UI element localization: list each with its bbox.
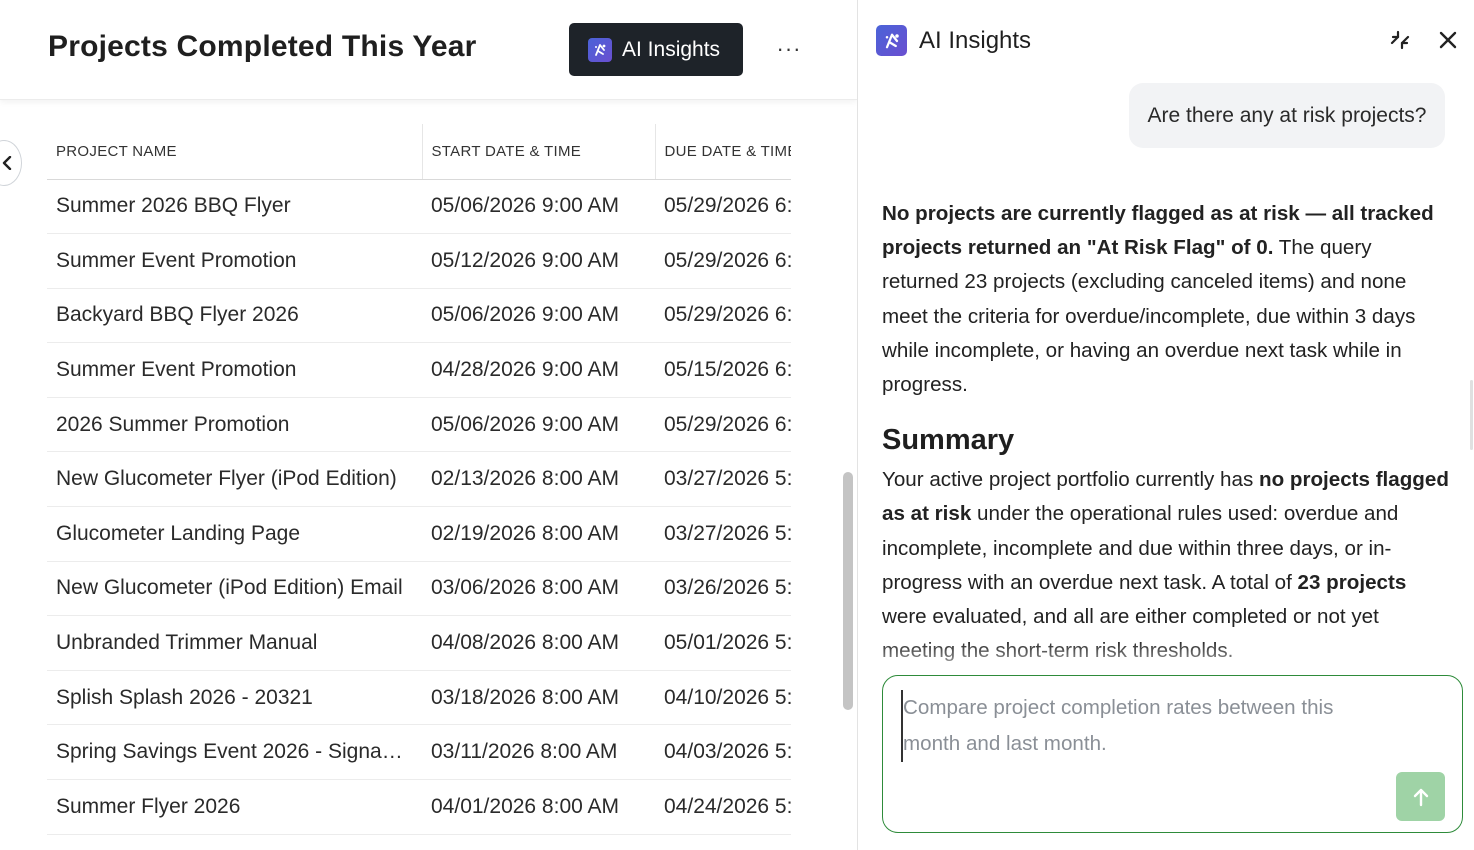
projects-panel: Projects Completed This Year AI Insights… xyxy=(0,0,857,850)
panel-header: AI Insights xyxy=(876,25,1031,56)
response-text: The query returned 23 projects (excludin… xyxy=(882,236,1416,397)
summary-text: Your active project portfolio currently … xyxy=(882,468,1259,492)
ai-logo-icon xyxy=(876,25,907,56)
project-name-cell: New Glucometer (iPod Edition) Email xyxy=(47,561,422,617)
due-date-cell: 05/29/2026 6: xyxy=(655,397,791,453)
project-name-cell: New Glucometer Flyer (iPod Edition) xyxy=(47,451,422,508)
due-date-cell: 03/27/2026 5: xyxy=(655,506,791,562)
start-date-cell: 03/18/2026 8:00 AM xyxy=(422,670,655,726)
chat-input-placeholder[interactable]: Compare project completion rates between… xyxy=(901,690,1371,762)
expand-panel-icon[interactable] xyxy=(1388,28,1412,52)
table-row[interactable]: Unbranded Trimmer Manual 04/08/2026 8:00 … xyxy=(47,615,791,671)
start-date-cell: 04/01/2026 8:00 AM xyxy=(422,779,655,835)
table-row[interactable]: New Glucometer Flyer (iPod Edition) 02/13… xyxy=(47,451,791,508)
due-date-cell: 03/27/2026 5: xyxy=(655,451,791,508)
table-header-row: PROJECT NAME START DATE & TIME DUE DATE … xyxy=(47,124,791,180)
start-date-cell: 03/11/2026 8:00 AM xyxy=(422,724,655,781)
summary-paragraph: Your active project portfolio currently … xyxy=(882,463,1452,668)
page-title: Projects Completed This Year xyxy=(48,30,477,63)
start-date-cell: 04/28/2026 9:00 AM xyxy=(422,342,655,398)
table-row[interactable]: Splish Splash 2026 - 20321 03/18/2026 8:0… xyxy=(47,670,791,726)
project-name-cell: Splish Splash 2026 - 20321 xyxy=(47,670,422,726)
due-date-cell: 03/26/2026 5: xyxy=(655,561,791,617)
column-header-project-name[interactable]: PROJECT NAME xyxy=(47,124,423,180)
project-name-cell: Glucometer Landing Page xyxy=(47,506,422,562)
ai-insights-button-label: AI Insights xyxy=(622,37,721,61)
due-date-cell: 05/01/2026 5: xyxy=(655,615,791,671)
project-name-cell: Unbranded Trimmer Manual xyxy=(47,615,422,671)
project-name-cell: Backyard BBQ Flyer 2026 xyxy=(47,288,422,344)
due-date-cell: 05/15/2026 6: xyxy=(655,342,791,398)
start-date-cell: 05/06/2026 9:00 AM xyxy=(422,179,655,235)
table-row[interactable]: New Glucometer (iPod Edition) Email 03/06… xyxy=(47,561,791,617)
summary-heading: Summary xyxy=(882,424,1015,457)
table-row[interactable]: Spring Savings Event 2026 - Signage... 03… xyxy=(47,724,791,781)
due-date-cell: 04/03/2026 5: xyxy=(655,724,791,781)
table-row[interactable]: Backyard BBQ Flyer 2026 05/06/2026 9:00 A… xyxy=(47,288,791,344)
start-date-cell: 02/13/2026 8:00 AM xyxy=(422,451,655,508)
column-header-start-date[interactable]: START DATE & TIME xyxy=(422,124,656,180)
summary-bold-text: 23 projects xyxy=(1297,570,1407,594)
start-date-cell: 02/19/2026 8:00 AM xyxy=(422,506,655,562)
table-row[interactable]: Summer 2026 BBQ Flyer 05/06/2026 9:00 AM 0… xyxy=(47,179,791,235)
user-message-bubble: Are there any at risk projects? xyxy=(1129,83,1445,148)
table-scrollbar-thumb[interactable] xyxy=(843,472,853,710)
ai-insights-button[interactable]: AI Insights xyxy=(569,23,743,76)
ai-insights-panel: AI Insights Are there any at risk projec… xyxy=(858,0,1474,850)
column-header-due-date[interactable]: DUE DATE & TIME xyxy=(655,124,791,180)
project-name-cell: 2026 Summer Promotion xyxy=(47,397,422,453)
table-row[interactable]: Summer Event Promotion 04/28/2026 9:00 AM… xyxy=(47,342,791,398)
assistant-response: No projects are currently flagged as at … xyxy=(882,197,1452,668)
due-date-cell: 04/10/2026 5: xyxy=(655,670,791,726)
start-date-cell: 05/12/2026 9:00 AM xyxy=(422,233,655,289)
projects-table: PROJECT NAME START DATE & TIME DUE DATE … xyxy=(47,124,791,850)
project-name-cell: Summer Event Promotion xyxy=(47,233,422,289)
collapse-chevron-button[interactable] xyxy=(0,140,22,186)
chevron-left-icon xyxy=(2,156,12,170)
chat-input[interactable]: Compare project completion rates between… xyxy=(882,675,1463,833)
project-name-cell: Spring Savings Event 2026 - Signage... xyxy=(47,724,422,781)
project-name-cell: Summer Flyer 2026 xyxy=(47,779,422,835)
start-date-cell: 05/06/2026 9:00 AM xyxy=(422,397,655,453)
page-header: Projects Completed This Year AI Insights… xyxy=(0,0,857,100)
send-button[interactable] xyxy=(1396,772,1445,821)
panel-scrollbar[interactable] xyxy=(1470,380,1473,450)
due-date-cell: 05/29/2026 6: xyxy=(655,233,791,289)
arrow-up-icon xyxy=(1413,788,1428,806)
table-row[interactable]: Summer Event Promotion 05/12/2026 9:00 AM… xyxy=(47,233,791,289)
start-date-cell: 05/06/2026 9:00 AM xyxy=(422,288,655,344)
table-row[interactable]: Glucometer Landing Page 02/19/2026 8:00 A… xyxy=(47,506,791,562)
due-date-cell: 04/24/2026 5: xyxy=(655,779,791,835)
due-date-cell: 05/29/2026 6: xyxy=(655,288,791,344)
due-date-cell: 05/29/2026 6: xyxy=(655,179,791,235)
project-name-cell: Summer Event Promotion xyxy=(47,342,422,398)
close-icon[interactable] xyxy=(1436,28,1460,52)
project-name-cell: Summer 2026 BBQ Flyer xyxy=(47,179,422,235)
table-row[interactable]: Summer Flyer 2026 04/01/2026 8:00 AM 04/24… xyxy=(47,779,791,835)
ai-logo-icon xyxy=(588,37,612,62)
start-date-cell: 04/08/2026 8:00 AM xyxy=(422,615,655,671)
response-paragraph: No projects are currently flagged as at … xyxy=(882,197,1452,402)
start-date-cell: 03/06/2026 8:00 AM xyxy=(422,561,655,617)
panel-title: AI Insights xyxy=(919,26,1032,54)
more-options-icon[interactable]: ··· xyxy=(776,34,802,64)
table-row[interactable]: 2026 Summer Promotion 05/06/2026 9:00 AM 0… xyxy=(47,397,791,453)
scroll-fade-overlay xyxy=(858,640,1474,680)
